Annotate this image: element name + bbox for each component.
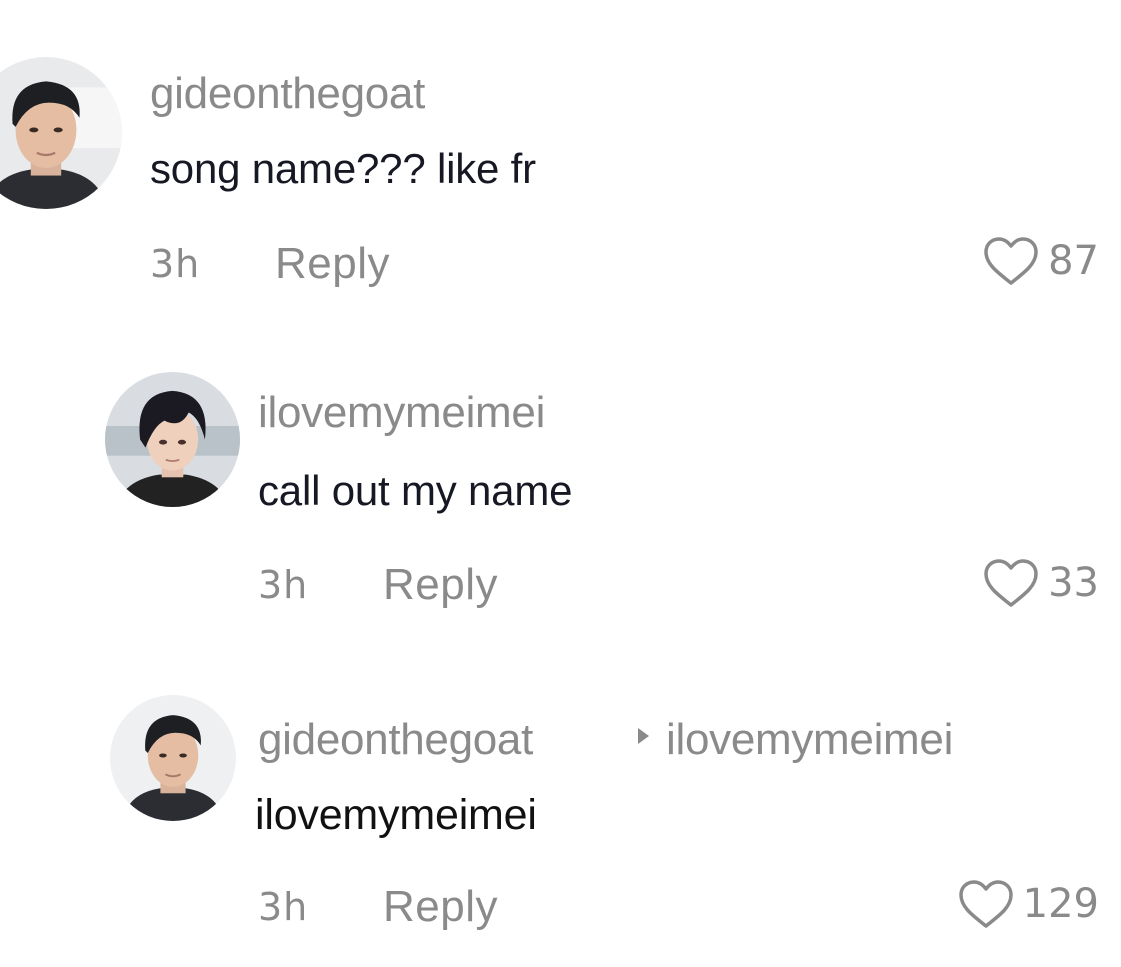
comments-screen: { "comments": [ { "username": "gideonthe… bbox=[0, 0, 1121, 967]
comment-username[interactable]: gideonthegoat bbox=[258, 718, 533, 762]
comment-timestamp: 3h bbox=[258, 885, 309, 929]
comment-item: gideonthegoat ilovemymeimei ilovemymeime… bbox=[0, 0, 1121, 967]
avatar-dark-haired-man-icon bbox=[110, 695, 236, 821]
avatar[interactable] bbox=[110, 695, 236, 821]
comment-text: ilovemymeimei bbox=[255, 791, 537, 839]
heart-outline-icon bbox=[958, 880, 1013, 928]
play-triangle-icon bbox=[638, 728, 649, 744]
reply-button[interactable]: Reply bbox=[383, 885, 498, 929]
like-count: 129 bbox=[1022, 881, 1099, 927]
like-button[interactable]: 129 bbox=[957, 878, 1099, 930]
reply-to-username[interactable]: ilovemymeimei bbox=[666, 718, 953, 762]
